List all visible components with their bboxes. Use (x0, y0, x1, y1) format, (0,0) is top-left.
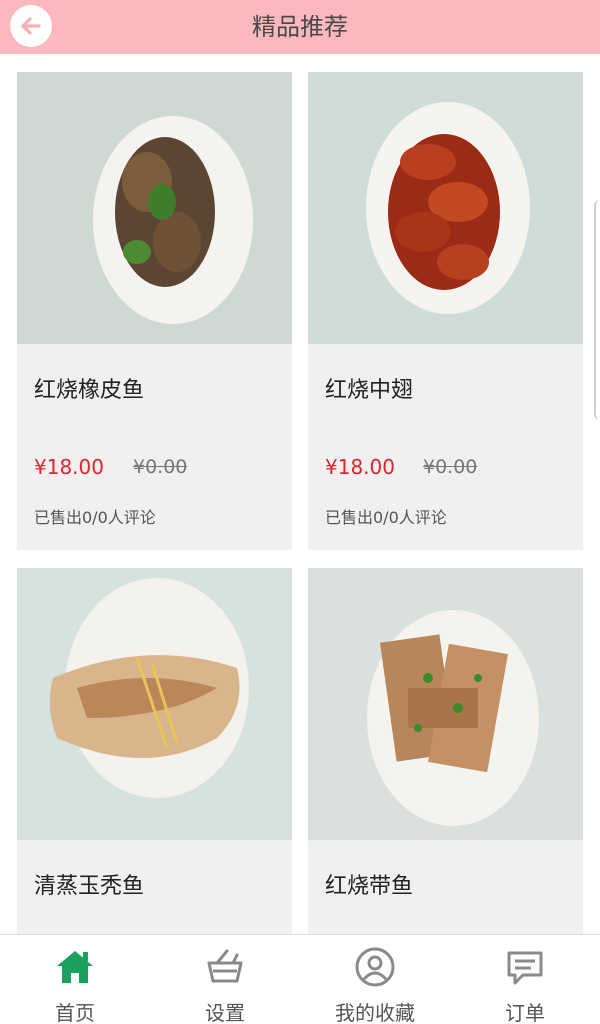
product-card[interactable]: 红烧中翅 ¥18.00 ¥0.00 已售出0/0人评论 (308, 72, 583, 550)
product-image (308, 72, 583, 344)
home-icon (57, 951, 93, 983)
product-grid: 红烧橡皮鱼 ¥18.00 ¥0.00 已售出0/0人评论 红烧中翅 ¥18.00… (0, 54, 600, 934)
nav-item-orders[interactable]: 订单 (450, 935, 600, 1024)
product-image (17, 568, 292, 840)
product-meta: 已售出0/0人评论 (34, 508, 156, 527)
product-card[interactable]: 红烧带鱼 (308, 568, 583, 934)
product-old-price: ¥0.00 (423, 456, 478, 478)
message-icon (507, 951, 543, 985)
nav-label: 设置 (205, 1001, 245, 1024)
nav-label: 我的收藏 (335, 1001, 415, 1024)
product-name: 红烧橡皮鱼 (34, 378, 145, 403)
product-name: 清蒸玉秃鱼 (34, 874, 145, 899)
product-meta: 已售出0/0人评论 (325, 508, 447, 527)
user-circle-icon (355, 947, 395, 987)
product-image (308, 568, 583, 840)
bottom-nav: 首页 设置 我的收藏 订单 (0, 934, 600, 1024)
nav-item-settings[interactable]: 设置 (150, 935, 300, 1024)
nav-label: 订单 (505, 1001, 545, 1024)
product-price: ¥18.00 (34, 455, 104, 479)
product-price: ¥18.00 (325, 455, 395, 479)
product-card[interactable]: 红烧橡皮鱼 ¥18.00 ¥0.00 已售出0/0人评论 (17, 72, 292, 550)
product-image (17, 72, 292, 344)
nav-item-home[interactable]: 首页 (0, 935, 150, 1024)
basket-icon (207, 949, 243, 983)
header-bar: 精品推荐 (0, 0, 600, 54)
product-card[interactable]: 清蒸玉秃鱼 (17, 568, 292, 934)
product-name: 红烧中翅 (325, 378, 414, 403)
nav-item-favorites[interactable]: 我的收藏 (300, 935, 450, 1024)
nav-label: 首页 (55, 1001, 95, 1024)
product-name: 红烧带鱼 (325, 874, 414, 899)
scroll-indicator (594, 200, 600, 420)
product-old-price: ¥0.00 (133, 456, 188, 478)
page-title: 精品推荐 (252, 13, 348, 41)
